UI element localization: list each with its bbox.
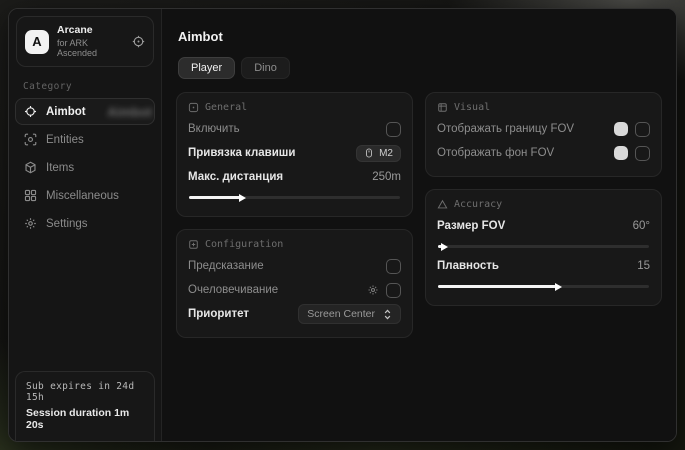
prediction-row: Предсказание [188, 254, 401, 278]
sidebar-item-label: Settings [46, 218, 88, 230]
brand-card: A Arcane for ARK Ascended [16, 16, 154, 67]
max-distance-slider[interactable] [189, 196, 400, 199]
sidebar-item-label: Items [46, 162, 74, 174]
accuracy-card-title: Accuracy [454, 199, 502, 210]
fov-size-slider[interactable] [438, 245, 649, 248]
session-duration-text: Session duration 1m 20s [26, 407, 144, 431]
app-window: A Arcane for ARK Ascended Category [8, 8, 677, 442]
visual-card: Visual Отображать границу FOV Отображать… [425, 92, 662, 177]
fov-border-color-swatch[interactable] [614, 122, 628, 136]
wrench-icon [188, 239, 199, 250]
slider-thumb[interactable] [441, 243, 448, 251]
fov-background-row: Отображать фон FOV [437, 141, 650, 165]
mouse-icon [364, 148, 374, 158]
smoothness-slider[interactable] [438, 285, 649, 288]
aimbot-ghost-text: Aimbot [107, 104, 152, 119]
sidebar: A Arcane for ARK Ascended Category [9, 9, 162, 441]
sidebar-nav: Aimbot Aimbot Entities Items [9, 98, 161, 237]
fov-background-checkbox[interactable] [635, 146, 650, 161]
sub-expires-text: Sub expires in 24d 15h [26, 381, 144, 403]
enable-row: Включить [188, 117, 401, 141]
sidebar-item-entities[interactable]: Entities [15, 126, 155, 153]
configuration-card-title: Configuration [205, 239, 283, 250]
fov-border-checkbox[interactable] [635, 122, 650, 137]
keybind-label: Привязка клавиши [188, 147, 295, 159]
chevrons-up-down-icon [383, 309, 392, 320]
tab-dino[interactable]: Dino [241, 57, 290, 79]
max-distance-label: Макс. дистанция [188, 171, 283, 183]
sidebar-item-miscellaneous[interactable]: Miscellaneous [15, 182, 155, 209]
scan-icon [24, 133, 37, 146]
smoothness-label: Плавность [437, 260, 499, 272]
max-distance-value: 250m [372, 171, 401, 183]
smoothness-row: Плавность 15 [437, 254, 650, 278]
humanization-label: Очеловечивание [188, 284, 278, 296]
visual-card-title: Visual [454, 102, 490, 113]
humanization-row: Очеловечивание [188, 278, 401, 302]
brand-name: Arcane [57, 24, 124, 37]
priority-value: Screen Center [307, 308, 375, 320]
sidebar-item-settings[interactable]: Settings [15, 210, 155, 237]
fov-size-row: Размер FOV 60° [437, 214, 650, 238]
grid-icon [24, 189, 37, 202]
general-card: General Включить Привязка клавиши [176, 92, 413, 217]
fov-border-row: Отображать границу FOV [437, 117, 650, 141]
target-icon[interactable] [132, 35, 145, 48]
priority-label: Приоритет [188, 308, 249, 320]
tab-player[interactable]: Player [178, 57, 235, 79]
enable-checkbox[interactable] [386, 122, 401, 137]
category-label: Category [9, 71, 161, 98]
subscription-status-card: Sub expires in 24d 15h Session duration … [15, 371, 155, 441]
crosshair-icon [24, 105, 37, 118]
accuracy-card: Accuracy Размер FOV 60° Плавность 15 [425, 189, 662, 306]
priority-row: Приоритет Screen Center [188, 302, 401, 326]
page-title: Aimbot [178, 29, 662, 44]
fov-background-color-swatch[interactable] [614, 146, 628, 160]
sidebar-item-aimbot[interactable]: Aimbot Aimbot [15, 98, 155, 125]
priority-dropdown[interactable]: Screen Center [298, 304, 401, 324]
sidebar-item-items[interactable]: Items [15, 154, 155, 181]
triangle-icon [437, 199, 448, 210]
slider-thumb[interactable] [239, 194, 246, 202]
main-content: Aimbot Player Dino General [162, 9, 676, 441]
keybind-value: M2 [379, 148, 393, 159]
tab-bar: Player Dino [178, 57, 662, 79]
prediction-label: Предсказание [188, 260, 264, 272]
sidebar-item-label: Entities [46, 134, 84, 146]
configuration-card: Configuration Предсказание Очеловечивани… [176, 229, 413, 338]
box-icon [24, 161, 37, 174]
fov-border-label: Отображать границу FOV [437, 123, 574, 135]
gear-icon [24, 217, 37, 230]
keybind-button[interactable]: M2 [356, 145, 401, 162]
fov-background-label: Отображать фон FOV [437, 147, 554, 159]
sidebar-item-label: Miscellaneous [46, 190, 119, 202]
brand-logo: A [25, 30, 49, 54]
prediction-checkbox[interactable] [386, 259, 401, 274]
brand-subtitle: for ARK Ascended [57, 38, 124, 60]
fov-size-label: Размер FOV [437, 220, 505, 232]
general-card-title: General [205, 102, 247, 113]
sidebar-item-label: Aimbot [46, 106, 86, 118]
max-distance-row: Макс. дистанция 250m [188, 165, 401, 189]
keybind-row: Привязка клавиши M2 [188, 141, 401, 165]
humanization-settings-gear-icon[interactable] [367, 284, 379, 296]
smoothness-value: 15 [637, 260, 650, 272]
enable-label: Включить [188, 123, 240, 135]
humanization-checkbox[interactable] [386, 283, 401, 298]
slider-thumb[interactable] [555, 283, 562, 291]
tune-icon [188, 102, 199, 113]
fov-size-value: 60° [633, 220, 650, 232]
frame-icon [437, 102, 448, 113]
